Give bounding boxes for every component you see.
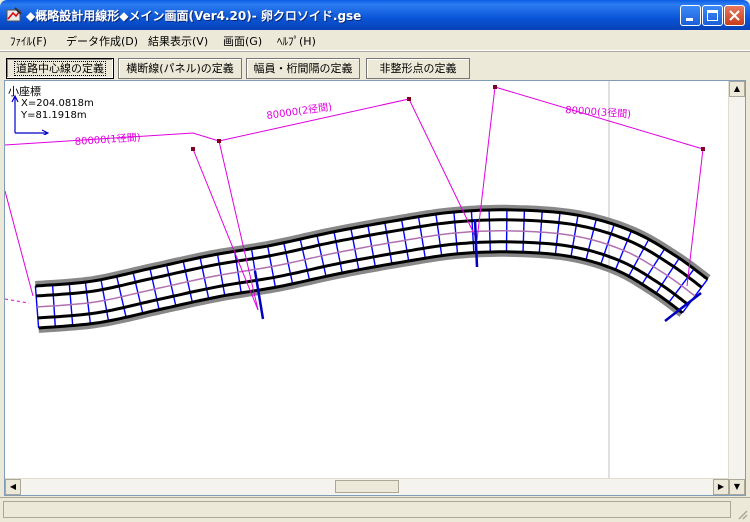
- define-irregular-point-label: 非整形点の定義: [380, 62, 457, 75]
- define-width-girder-button[interactable]: 幅員・桁間隔の定義: [246, 58, 360, 79]
- pier-line: [475, 219, 477, 267]
- up-arrow-icon[interactable]: ▲: [729, 81, 745, 97]
- menu-help[interactable]: ﾍﾙﾌﾟ(H): [277, 33, 316, 49]
- resize-grip-icon[interactable]: [736, 508, 748, 520]
- coord-y: Y=81.1918m: [21, 110, 87, 121]
- vertical-scrollbar[interactable]: ▲ ▼: [728, 81, 745, 495]
- close-icon: [725, 6, 744, 25]
- window-title: ◆概略設計用線形◆メイン画面(Ver4.20)- 卵クロソイド.gse: [26, 7, 361, 24]
- span-node: [217, 139, 221, 143]
- define-cross-line-button[interactable]: 横断線(パネル)の定義: [118, 58, 242, 79]
- toolbar: 道路中心線の定義 横断線(パネル)の定義 幅員・桁間隔の定義 非整形点の定義: [0, 51, 750, 80]
- define-width-girder-label: 幅員・桁間隔の定義: [254, 62, 353, 75]
- define-irregular-point-button[interactable]: 非整形点の定義: [366, 58, 470, 79]
- span-label: 80000(2径間): [266, 100, 333, 122]
- span-label: 80000(1径間): [74, 130, 141, 148]
- define-centerline-label: 道路中心線の定義: [15, 62, 105, 75]
- define-centerline-button[interactable]: 道路中心線の定義: [6, 58, 114, 79]
- span-node: [701, 147, 705, 151]
- define-cross-line-label: 横断線(パネル)の定義: [126, 62, 234, 75]
- maximize-button[interactable]: [702, 5, 723, 26]
- menu-screen[interactable]: 画面(G): [223, 33, 262, 49]
- status-pane: [3, 501, 731, 518]
- span-line: [219, 99, 477, 240]
- status-bar: [0, 497, 750, 522]
- horizontal-scroll-thumb[interactable]: [335, 480, 399, 493]
- span-node: [493, 85, 497, 89]
- horizontal-scrollbar[interactable]: ◀ ▶: [5, 478, 729, 495]
- left-arrow-icon[interactable]: ◀: [5, 479, 21, 495]
- span-label: 80000(3径間): [565, 103, 632, 121]
- coord-x: X=204.0818m: [21, 98, 94, 109]
- minimize-button[interactable]: [680, 5, 701, 26]
- maximize-icon: [703, 6, 722, 25]
- menu-data-create[interactable]: データ作成(D): [66, 33, 138, 49]
- span-node: [407, 97, 411, 101]
- span-line: [5, 191, 33, 296]
- down-arrow-icon[interactable]: ▼: [729, 479, 745, 495]
- right-arrow-icon[interactable]: ▶: [713, 479, 729, 495]
- menu-result-view[interactable]: 結果表示(V): [148, 33, 208, 49]
- span-line: [477, 87, 495, 240]
- drawing-canvas[interactable]: 80000(1径間)80000(2径間)80000(3径間) 小座標 X=204…: [4, 80, 746, 496]
- title-bar: ◆概略設計用線形◆メイン画面(Ver4.20)- 卵クロソイド.gse: [0, 0, 750, 30]
- minimize-icon: [681, 6, 700, 25]
- span-node: [191, 147, 195, 151]
- menu-file[interactable]: ﾌｧｲﾙ(F): [10, 33, 47, 49]
- close-button[interactable]: [724, 5, 745, 26]
- menu-bar: ﾌｧｲﾙ(F) データ作成(D) 結果表示(V) 画面(G) ﾍﾙﾌﾟ(H): [0, 30, 750, 51]
- app-icon[interactable]: [6, 7, 22, 23]
- alignment-drawing[interactable]: 80000(1径間) 80000(2径間) 80000(3径間): [5, 81, 729, 479]
- span-line: [5, 299, 29, 303]
